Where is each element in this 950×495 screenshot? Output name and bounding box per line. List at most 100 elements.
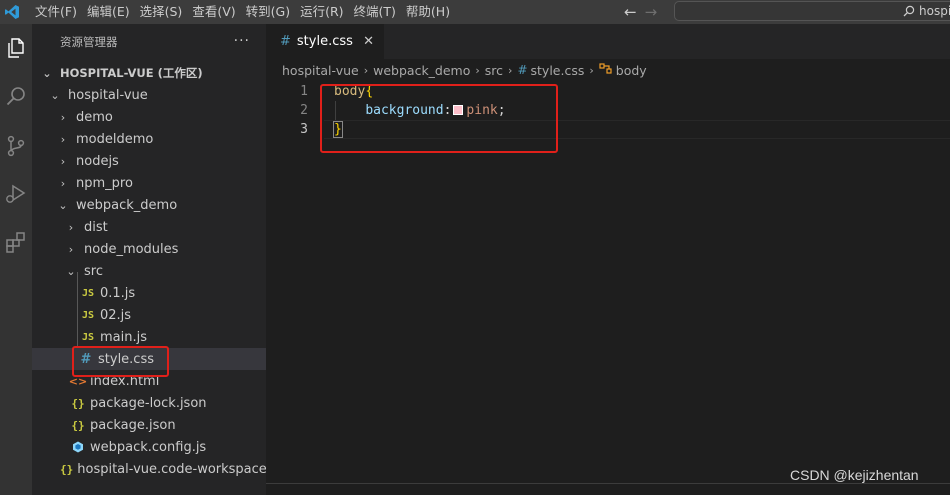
tree-item-label: dist: [84, 219, 108, 235]
explorer-header: 资源管理器 ···: [32, 24, 266, 59]
folder-src[interactable]: ⌄ src: [32, 260, 266, 282]
explorer-sidebar: 资源管理器 ··· ⌄ HOSPITAL-VUE (工作区) ⌄ hospita…: [32, 24, 266, 495]
chevron-right-icon: ›: [60, 154, 66, 168]
menu-file[interactable]: 文件(F): [30, 0, 82, 24]
chevron-right-icon: ›: [60, 132, 66, 146]
back-arrow-icon[interactable]: ←: [624, 3, 637, 21]
chevron-right-icon: ›: [589, 63, 594, 77]
javascript-file-icon: JS: [81, 309, 95, 321]
tree-item-label: package-lock.json: [90, 395, 207, 411]
file-02-js[interactable]: JS 02.js: [32, 304, 266, 326]
json-file-icon: {}: [71, 396, 85, 410]
chevron-down-icon: ⌄: [50, 88, 60, 102]
css-file-icon: #: [517, 63, 528, 77]
tree-item-label: package.json: [90, 417, 176, 433]
title-bar: 文件(F) 编辑(E) 选择(S) 查看(V) 转到(G) 运行(R) 终端(T…: [0, 0, 950, 24]
menu-help[interactable]: 帮助(H): [401, 0, 455, 24]
tree-item-label: main.js: [100, 329, 147, 345]
tab-bar: # style.css ✕: [266, 24, 950, 59]
menu-view[interactable]: 查看(V): [187, 0, 240, 24]
chevron-right-icon: ›: [60, 110, 66, 124]
watermark: CSDN @kejizhentan: [790, 467, 919, 483]
menu-go[interactable]: 转到(G): [241, 0, 295, 24]
breadcrumb-item[interactable]: webpack_demo: [373, 63, 470, 78]
tree-item-label: demo: [76, 109, 113, 125]
tree-item-label: nodejs: [76, 153, 119, 169]
file-0-1-js[interactable]: JS 0.1.js: [32, 282, 266, 304]
line-number: 3: [300, 122, 308, 137]
file-main-js[interactable]: JS main.js: [32, 326, 266, 348]
tree-item-label: webpack.config.js: [90, 439, 207, 455]
breadcrumb-item[interactable]: src: [485, 63, 503, 78]
folder-demo[interactable]: › demo: [32, 106, 266, 128]
tree-item-label: node_modules: [84, 241, 179, 257]
file-package-lock-json[interactable]: {} package-lock.json: [32, 392, 266, 414]
line-number: 2: [300, 103, 308, 118]
chevron-right-icon: ›: [475, 63, 480, 77]
search-text: hospi: [919, 4, 950, 18]
file-package-json[interactable]: {} package.json: [32, 414, 266, 436]
javascript-file-icon: JS: [81, 287, 95, 299]
symbol-class-icon: [599, 62, 613, 78]
menu-selection[interactable]: 选择(S): [135, 0, 188, 24]
chevron-down-icon: ⌄: [58, 198, 68, 212]
run-debug-icon[interactable]: [4, 182, 28, 206]
tree-item-label: 0.1.js: [100, 285, 136, 301]
folder-webpack-demo[interactable]: ⌄ webpack_demo: [32, 194, 266, 216]
extensions-icon[interactable]: [4, 230, 28, 254]
menu-edit[interactable]: 编辑(E): [82, 0, 135, 24]
vscode-logo-icon: [0, 0, 24, 24]
line-number: 1: [300, 84, 308, 99]
chevron-down-icon: ⌄: [66, 264, 76, 278]
folder-node-modules[interactable]: › node_modules: [32, 238, 266, 260]
chevron-right-icon: ›: [363, 63, 369, 77]
tree-item-label: npm_pro: [76, 175, 133, 191]
breadcrumb: hospital-vue › webpack_demo › src › # st…: [266, 59, 950, 81]
menu-run[interactable]: 运行(R): [295, 0, 348, 24]
tree-item-label: webpack_demo: [76, 197, 178, 213]
source-control-icon[interactable]: [4, 134, 28, 158]
command-center-search[interactable]: hospi: [674, 1, 950, 21]
explorer-title: 资源管理器: [60, 34, 118, 49]
json-file-icon: {}: [71, 418, 85, 432]
search-view-icon[interactable]: [4, 84, 28, 108]
file-workspace[interactable]: {} hospital-vue.code-workspace: [32, 458, 266, 480]
workspace-root-label: HOSPITAL-VUE (工作区): [60, 66, 203, 80]
workspace-root[interactable]: ⌄ HOSPITAL-VUE (工作区): [32, 62, 266, 84]
folder-hospital-vue[interactable]: ⌄ hospital-vue: [32, 84, 266, 106]
chevron-right-icon: ›: [68, 220, 74, 234]
breadcrumb-item[interactable]: style.css: [531, 63, 585, 78]
file-webpack-config-js[interactable]: webpack.config.js: [32, 436, 266, 458]
tree-item-label: 02.js: [100, 307, 132, 323]
more-actions-icon[interactable]: ···: [234, 33, 250, 49]
folder-dist[interactable]: › dist: [32, 216, 266, 238]
chevron-right-icon: ›: [60, 176, 66, 190]
panel-edge: [266, 483, 950, 495]
tree-item-label: modeldemo: [76, 131, 154, 147]
css-file-icon: #: [280, 34, 291, 49]
tree-item-label: hospital-vue: [68, 87, 148, 103]
activity-bar: [0, 24, 32, 495]
highlight-box-code: [320, 84, 558, 153]
chevron-right-icon: ›: [508, 63, 513, 77]
breadcrumb-item[interactable]: hospital-vue: [282, 63, 359, 78]
tab-style-css[interactable]: # style.css ✕: [266, 24, 384, 59]
chevron-down-icon: ⌄: [42, 66, 52, 80]
folder-nodejs[interactable]: › nodejs: [32, 150, 266, 172]
folder-modeldemo[interactable]: › modeldemo: [32, 128, 266, 150]
navigation-arrows: ← →: [624, 0, 657, 24]
folder-npm-pro[interactable]: › npm_pro: [32, 172, 266, 194]
chevron-right-icon: ›: [68, 242, 74, 256]
explorer-icon[interactable]: [4, 36, 28, 60]
close-icon[interactable]: ✕: [363, 34, 374, 49]
javascript-file-icon: JS: [81, 331, 95, 343]
json-file-icon: {}: [60, 462, 74, 476]
tab-label: style.css: [296, 34, 353, 49]
forward-arrow-icon[interactable]: →: [645, 3, 658, 21]
breadcrumb-item[interactable]: body: [616, 63, 647, 78]
menu-terminal[interactable]: 终端(T): [349, 0, 401, 24]
search-icon: [903, 5, 915, 17]
webpack-cube-icon: [70, 441, 86, 453]
menu-bar: 文件(F) 编辑(E) 选择(S) 查看(V) 转到(G) 运行(R) 终端(T…: [30, 0, 455, 24]
tree-item-label: src: [84, 263, 103, 279]
